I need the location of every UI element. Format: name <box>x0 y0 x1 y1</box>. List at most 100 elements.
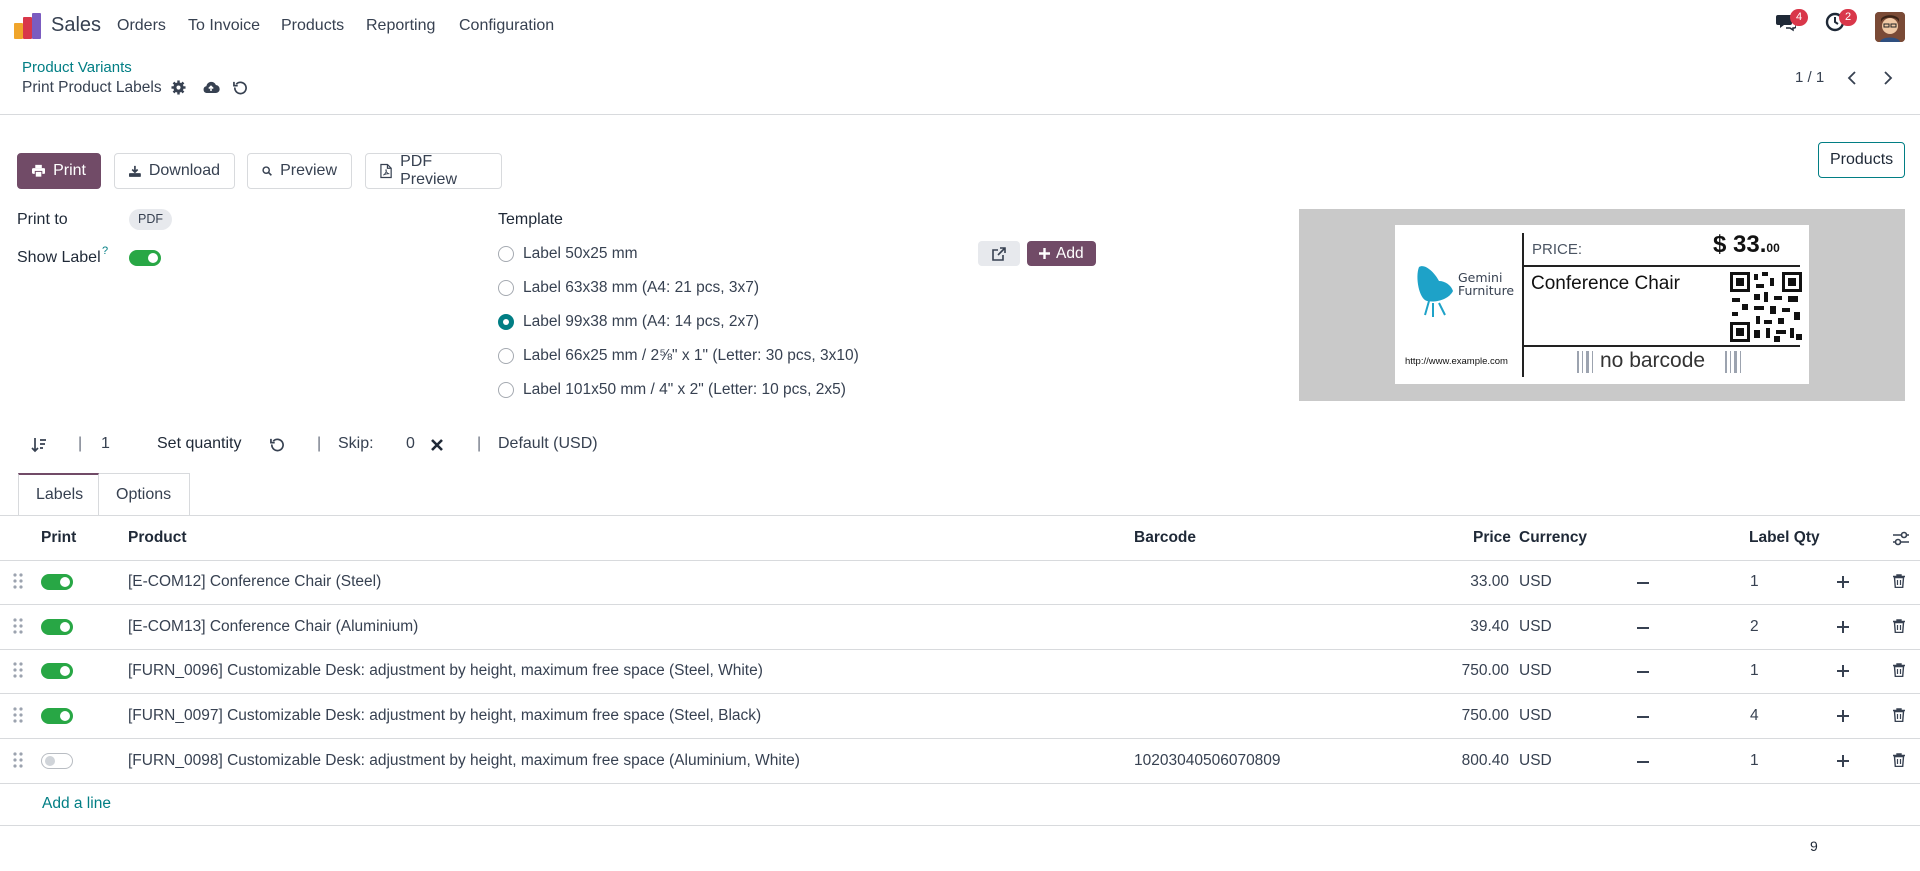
print-toggle[interactable] <box>41 753 73 769</box>
reset-quantity-icon[interactable] <box>270 437 285 452</box>
tab-labels[interactable]: Labels <box>18 473 99 515</box>
product-cell[interactable]: [FURN_0096] Customizable Desk: adjustmen… <box>128 662 763 680</box>
column-barcode[interactable]: Barcode <box>1134 529 1196 547</box>
radio-button[interactable] <box>498 382 514 398</box>
product-cell[interactable]: [FURN_0098] Customizable Desk: adjustmen… <box>128 752 800 770</box>
quantity-input[interactable]: 1 <box>101 435 110 453</box>
increase-quantity-icon[interactable] <box>1837 621 1849 633</box>
template-option-50x25[interactable]: Label 50x25 mm <box>498 245 638 263</box>
decrease-quantity-icon[interactable] <box>1637 671 1649 673</box>
chevron-right-icon[interactable] <box>1879 68 1897 88</box>
discard-icon[interactable] <box>233 80 248 95</box>
radio-button-selected[interactable] <box>498 314 514 330</box>
menu-reporting[interactable]: Reporting <box>366 17 435 35</box>
radio-button[interactable] <box>498 348 514 364</box>
label-qty-cell[interactable]: 1 <box>1750 662 1759 680</box>
trash-icon[interactable] <box>1893 708 1905 722</box>
price-cell[interactable]: 750.00 <box>1409 707 1509 725</box>
price-cell[interactable]: 39.40 <box>1409 618 1509 636</box>
drag-handle-icon[interactable] <box>12 572 24 590</box>
radio-button[interactable] <box>498 280 514 296</box>
trash-icon[interactable] <box>1893 619 1905 633</box>
template-option-99x38[interactable]: Label 99x38 mm (A4: 14 pcs, 2x7) <box>498 313 759 331</box>
price-cell[interactable]: 800.40 <box>1409 752 1509 770</box>
drag-handle-icon[interactable] <box>12 706 24 724</box>
pricelist-value[interactable]: Default (USD) <box>498 435 598 453</box>
column-print[interactable]: Print <box>41 529 76 547</box>
print-toggle[interactable] <box>41 708 73 724</box>
gear-icon[interactable] <box>171 80 186 95</box>
decrease-quantity-icon[interactable] <box>1637 582 1649 584</box>
print-to-value[interactable]: PDF <box>129 209 172 230</box>
print-toggle[interactable] <box>41 663 73 679</box>
menu-configuration[interactable]: Configuration <box>459 17 554 35</box>
column-currency[interactable]: Currency <box>1519 529 1587 547</box>
decrease-quantity-icon[interactable] <box>1637 627 1649 629</box>
increase-quantity-icon[interactable] <box>1837 665 1849 677</box>
breadcrumb-product-variants[interactable]: Product Variants <box>22 59 132 76</box>
product-cell[interactable]: [E-COM13] Conference Chair (Aluminium) <box>128 618 418 636</box>
product-cell[interactable]: [FURN_0097] Customizable Desk: adjustmen… <box>128 707 761 725</box>
pdf-preview-button[interactable]: PDF Preview <box>365 153 502 189</box>
template-option-63x38[interactable]: Label 63x38 mm (A4: 21 pcs, 3x7) <box>498 279 759 297</box>
tab-options[interactable]: Options <box>99 473 190 515</box>
open-template-button[interactable] <box>978 241 1020 266</box>
drag-handle-icon[interactable] <box>12 751 24 769</box>
messages-button[interactable]: 4 <box>1776 9 1808 37</box>
column-label-qty[interactable]: Label Qty <box>1749 529 1820 547</box>
preview-button[interactable]: Preview <box>247 153 352 189</box>
decrease-quantity-icon[interactable] <box>1637 716 1649 718</box>
increase-quantity-icon[interactable] <box>1837 755 1849 767</box>
skip-value[interactable]: 0 <box>406 435 415 453</box>
template-option-66x25[interactable]: Label 66x25 mm / 2⅝" x 1" (Letter: 30 pc… <box>498 347 859 365</box>
currency-cell[interactable]: USD <box>1519 707 1552 725</box>
increase-quantity-icon[interactable] <box>1837 710 1849 722</box>
column-product[interactable]: Product <box>128 529 187 547</box>
optional-columns-icon[interactable] <box>1893 531 1909 546</box>
menu-products[interactable]: Products <box>281 17 344 35</box>
print-toggle[interactable] <box>41 574 73 590</box>
print-toggle[interactable] <box>41 619 73 635</box>
column-price[interactable]: Price <box>1473 529 1511 547</box>
increase-quantity-icon[interactable] <box>1837 576 1849 588</box>
sales-app-icon[interactable] <box>14 13 42 39</box>
download-button[interactable]: Download <box>114 153 235 189</box>
drag-handle-icon[interactable] <box>12 617 24 635</box>
add-template-button[interactable]: Add <box>1027 241 1096 266</box>
activities-button[interactable]: 2 <box>1825 9 1857 37</box>
currency-cell[interactable]: USD <box>1519 573 1552 591</box>
barcode-cell[interactable]: 10203040506070809 <box>1134 752 1281 770</box>
add-line-link[interactable]: Add a line <box>42 795 111 813</box>
set-quantity-button[interactable]: Set quantity <box>157 435 242 453</box>
close-icon[interactable] <box>431 439 443 451</box>
print-button[interactable]: Print <box>17 153 101 189</box>
label-qty-cell[interactable]: 4 <box>1750 707 1759 725</box>
decrease-quantity-icon[interactable] <box>1637 761 1649 763</box>
show-label-toggle[interactable] <box>129 250 161 266</box>
drag-handle-icon[interactable] <box>12 661 24 679</box>
template-option-101x50[interactable]: Label 101x50 mm / 4" x 2" (Letter: 10 pc… <box>498 381 846 399</box>
price-cell[interactable]: 33.00 <box>1409 573 1509 591</box>
user-avatar[interactable] <box>1875 12 1905 42</box>
pager-value[interactable]: 1 / 1 <box>1795 69 1824 86</box>
currency-cell[interactable]: USD <box>1519 752 1552 770</box>
sort-amount-down-icon[interactable] <box>31 437 47 453</box>
label-qty-cell[interactable]: 1 <box>1750 752 1759 770</box>
label-qty-cell[interactable]: 1 <box>1750 573 1759 591</box>
radio-button[interactable] <box>498 246 514 262</box>
menu-orders[interactable]: Orders <box>117 17 166 35</box>
currency-cell[interactable]: USD <box>1519 662 1552 680</box>
chevron-left-icon[interactable] <box>1843 68 1861 88</box>
price-cell[interactable]: 750.00 <box>1409 662 1509 680</box>
trash-icon[interactable] <box>1893 753 1905 767</box>
trash-icon[interactable] <box>1893 574 1905 588</box>
show-label-help-tooltip[interactable]: ? <box>102 245 108 257</box>
trash-icon[interactable] <box>1893 663 1905 677</box>
currency-cell[interactable]: USD <box>1519 618 1552 636</box>
menu-to-invoice[interactable]: To Invoice <box>188 17 260 35</box>
cloud-upload-icon[interactable] <box>202 80 220 95</box>
label-qty-cell[interactable]: 2 <box>1750 618 1759 636</box>
product-cell[interactable]: [E-COM12] Conference Chair (Steel) <box>128 573 381 591</box>
app-name[interactable]: Sales <box>51 14 101 37</box>
products-button[interactable]: Products <box>1818 142 1906 178</box>
